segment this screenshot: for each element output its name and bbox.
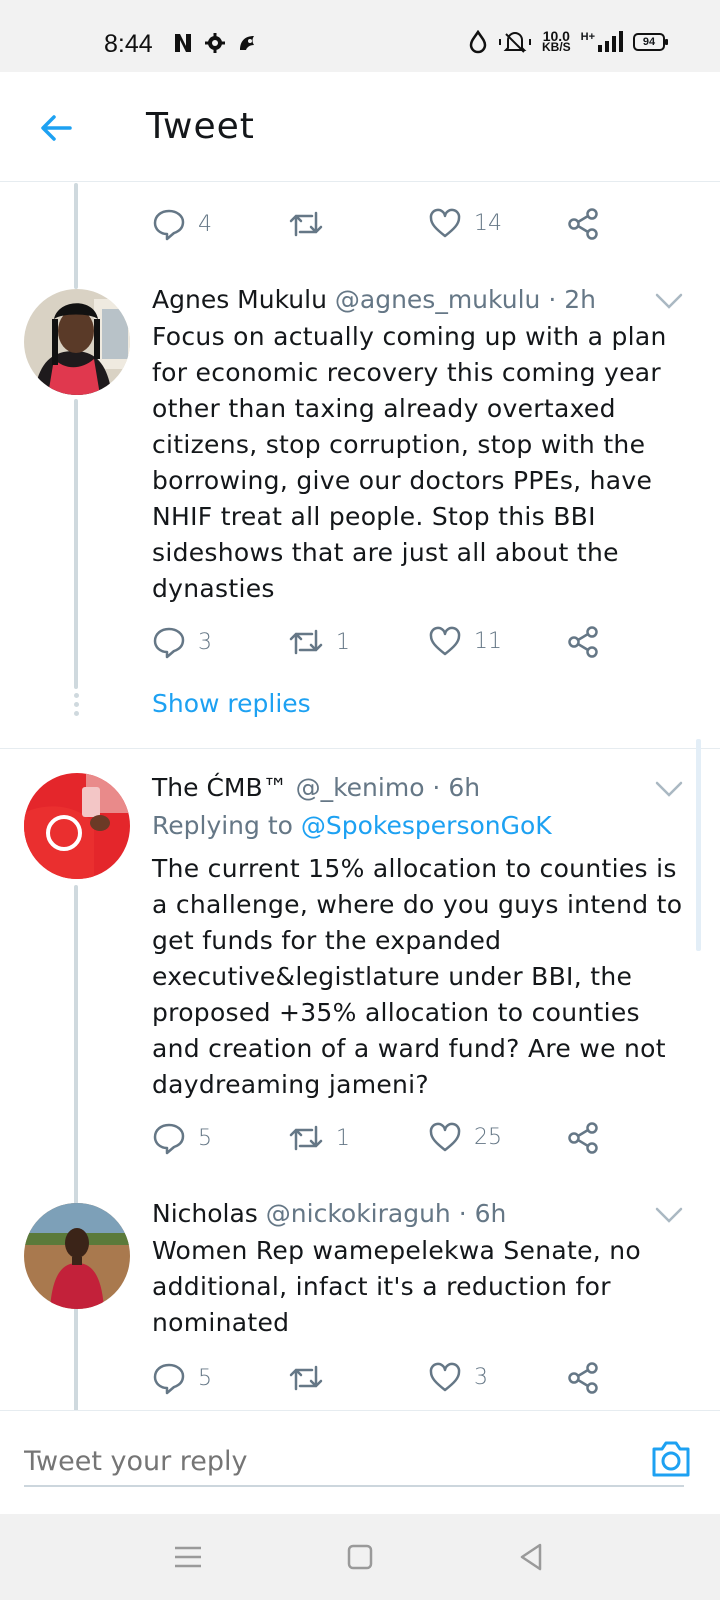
tweet-text: The current 15% allocation to counties i… <box>152 854 683 1099</box>
menu-icon[interactable] <box>172 1542 204 1572</box>
tweet-text: Women Rep wamepelekwa Senate, no additio… <box>152 1236 642 1337</box>
status-bar: 8:44 10.0 KB/S H+ 94 <box>0 0 720 72</box>
reply-icon <box>153 1363 185 1395</box>
app-notification-icon <box>240 36 254 50</box>
heart-icon <box>429 208 461 238</box>
heart-icon <box>429 1122 461 1152</box>
mute-icon <box>499 32 531 53</box>
tweet-header: The ĆMB™ @_kenimo · 6h <box>152 773 480 802</box>
gear-icon <box>205 33 225 53</box>
divider <box>0 748 720 749</box>
like-button[interactable]: 14 <box>428 207 502 239</box>
tweet-actions: 5 1 25 <box>152 1121 622 1161</box>
battery-icon: 94 <box>633 33 669 51</box>
tweet-text: Focus on actually coming up with a plan … <box>152 322 667 603</box>
chevron-down-icon[interactable] <box>654 291 684 311</box>
thread-ellipsis <box>74 693 79 720</box>
tweet-feed[interactable]: 4 14 Agnes Mukulu @agnes_mukulu · 2h Foc… <box>0 183 720 1410</box>
thread-line <box>74 399 78 689</box>
author-name[interactable]: Agnes Mukulu <box>152 285 327 314</box>
tweet-actions: 4 14 <box>152 207 622 247</box>
thread-line <box>74 1315 78 1410</box>
reply-icon <box>153 627 185 659</box>
author-handle: @_kenimo · 6h <box>295 773 481 802</box>
reply-button[interactable]: 4 <box>152 207 212 241</box>
show-replies-link[interactable]: Show replies <box>152 689 311 718</box>
app-header: Tweet <box>0 72 720 182</box>
heart-icon <box>429 1362 461 1392</box>
retweet-button[interactable]: 1 <box>288 1121 350 1155</box>
retweet-button[interactable] <box>288 1361 336 1395</box>
signal-icon: H+ <box>581 31 624 53</box>
share-icon <box>568 626 598 658</box>
page-title: Tweet <box>146 106 255 147</box>
system-nav-bar <box>0 1514 720 1600</box>
chevron-down-icon[interactable] <box>654 1205 684 1225</box>
author-handle: @agnes_mukulu · 2h <box>334 285 596 314</box>
netflix-icon <box>175 34 191 52</box>
like-button[interactable]: 3 <box>428 1361 488 1393</box>
data-saver-icon <box>469 30 487 54</box>
share-button[interactable] <box>566 1361 600 1395</box>
tweet-header: Nicholas @nickokiraguh · 6h <box>152 1199 506 1228</box>
reply-icon <box>153 209 185 241</box>
thread-line <box>74 885 78 1385</box>
avatar[interactable] <box>24 1203 130 1309</box>
author-name[interactable]: Nicholas <box>152 1199 258 1228</box>
retweet-icon <box>289 629 323 655</box>
author-name[interactable]: The ĆMB™ <box>152 773 288 802</box>
retweet-icon <box>289 1365 323 1391</box>
back-icon[interactable] <box>516 1542 548 1572</box>
like-button[interactable]: 11 <box>428 625 502 657</box>
tweet-header: Agnes Mukulu @agnes_mukulu · 2h <box>152 285 596 314</box>
share-icon <box>568 1122 598 1154</box>
back-arrow-icon[interactable] <box>36 108 76 148</box>
like-button[interactable]: 25 <box>428 1121 502 1153</box>
chevron-down-icon[interactable] <box>654 779 684 799</box>
reply-icon <box>153 1123 185 1155</box>
replying-to: Replying to @SpokespersonGoK <box>152 811 552 840</box>
share-icon <box>568 208 598 240</box>
camera-icon[interactable] <box>650 1439 692 1479</box>
reply-button[interactable]: 5 <box>152 1361 212 1395</box>
heart-icon <box>429 626 461 656</box>
avatar[interactable] <box>24 773 130 879</box>
network-speed: 10.0 KB/S <box>542 28 571 54</box>
retweet-button[interactable] <box>288 207 336 241</box>
share-button[interactable] <box>566 207 600 241</box>
retweet-icon <box>289 1125 323 1151</box>
status-time: 8:44 <box>104 30 153 58</box>
retweet-button[interactable]: 1 <box>288 625 350 659</box>
reply-input[interactable] <box>24 1437 684 1487</box>
scrollbar[interactable] <box>696 739 701 951</box>
tweet-actions: 5 3 <box>152 1361 622 1401</box>
mention-link[interactable]: @SpokespersonGoK <box>301 811 552 840</box>
home-icon[interactable] <box>344 1542 376 1572</box>
reply-button[interactable]: 5 <box>152 1121 212 1155</box>
share-button[interactable] <box>566 625 600 659</box>
avatar[interactable] <box>24 289 130 395</box>
reply-bar <box>0 1410 720 1514</box>
reply-button[interactable]: 3 <box>152 625 212 659</box>
retweet-icon <box>289 211 323 237</box>
thread-line <box>74 183 78 289</box>
share-button[interactable] <box>566 1121 600 1155</box>
author-handle: @nickokiraguh · 6h <box>265 1199 507 1228</box>
tweet-actions: 3 1 11 <box>152 625 622 665</box>
share-icon <box>568 1362 598 1394</box>
